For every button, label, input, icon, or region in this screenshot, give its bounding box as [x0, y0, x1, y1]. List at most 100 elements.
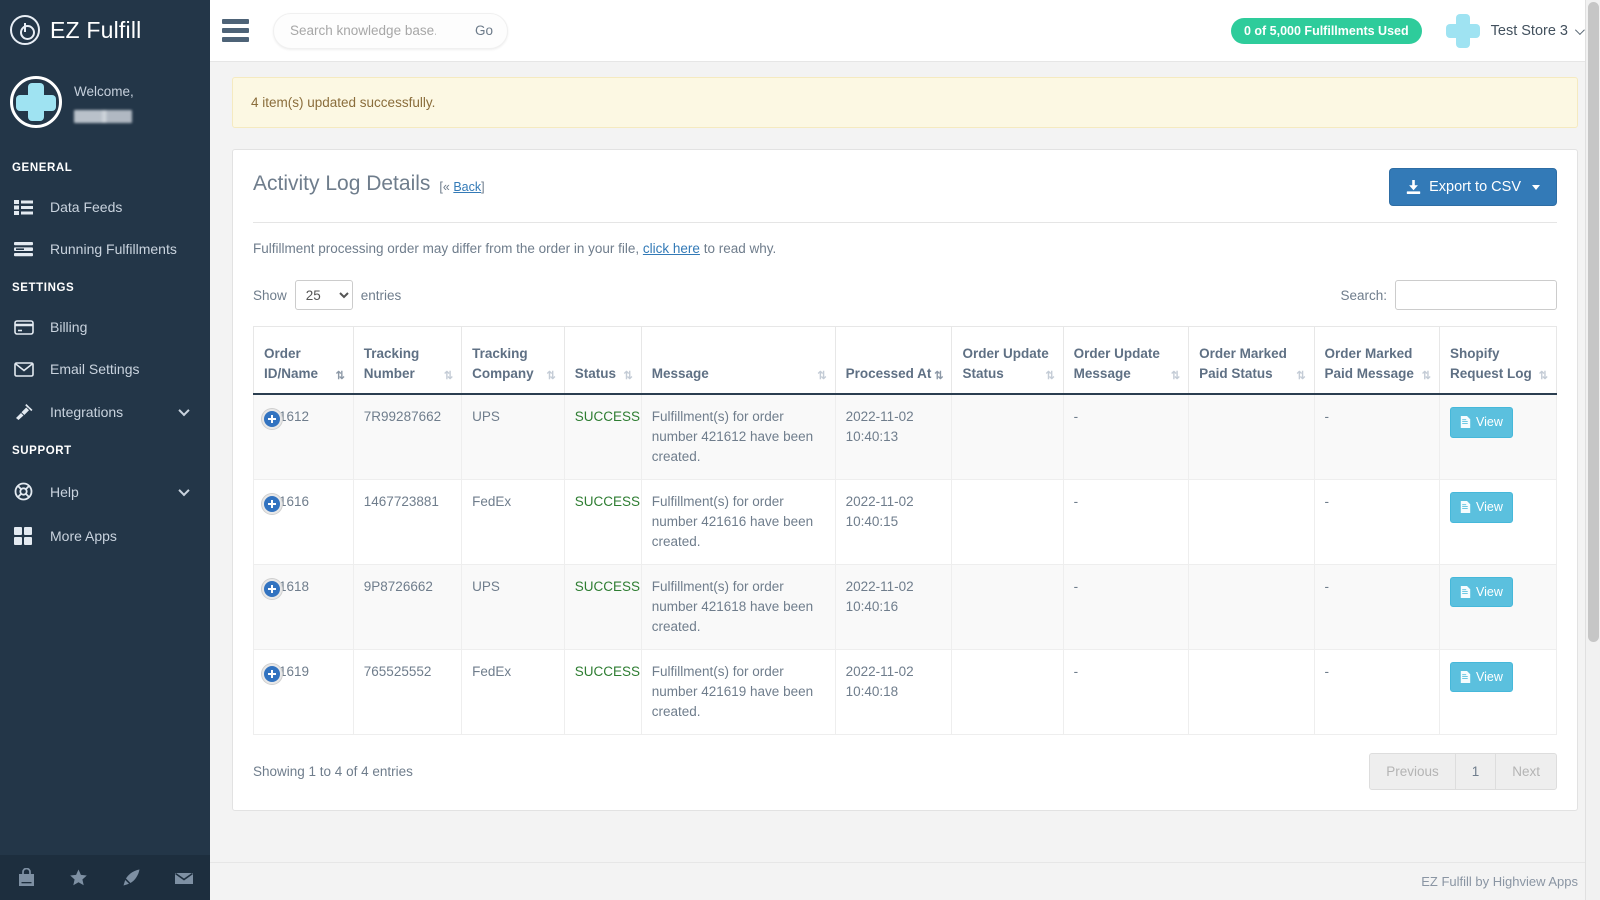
processing-order-note: Fulfillment processing order may differ … [253, 223, 1557, 256]
search-label: Search: [1340, 288, 1387, 303]
sort-icon[interactable]: ⇅ [1171, 371, 1180, 382]
cell-processed-at: 2022-11-02 10:40:13 [835, 394, 952, 479]
click-here-link[interactable]: click here [643, 241, 700, 256]
column-header-label: Tracking Company [472, 346, 534, 381]
cell-order-update-message: - [1063, 649, 1188, 734]
page-length-select[interactable]: 102550100 [295, 280, 353, 310]
expand-row-button[interactable] [262, 664, 282, 684]
back-link[interactable]: Back [453, 180, 481, 194]
column-header-label: Order Marked Paid Message [1325, 346, 1414, 381]
column-header[interactable]: Status⇅ [564, 327, 641, 395]
cell-tracking-number: 7R99287662 [353, 394, 461, 479]
sidebar-item-email-settings[interactable]: Email Settings [0, 348, 210, 390]
sidebar-item-integrations[interactable]: Integrations [0, 390, 210, 433]
cell-order-marked-paid-message: - [1314, 394, 1439, 479]
column-header-label: Order ID/Name [264, 346, 318, 381]
cell-order-marked-paid-message: - [1314, 649, 1439, 734]
datatable-footer: Showing 1 to 4 of 4 entries Previous 1 N… [253, 753, 1557, 790]
back-chevrons: « [443, 180, 453, 194]
table-search-input[interactable] [1395, 280, 1557, 310]
scrollbar-thumb[interactable] [1588, 2, 1599, 642]
sort-icon[interactable]: ⇅ [1045, 371, 1054, 382]
table-body: 4216127R99287662UPSSUCCESSFulfillment(s)… [254, 394, 1557, 734]
column-header[interactable]: Tracking Number⇅ [353, 327, 461, 395]
column-header[interactable]: Order Update Status⇅ [952, 327, 1063, 395]
cell-order-marked-paid-status [1189, 564, 1314, 649]
cell-message: Fulfillment(s) for order number 421619 h… [641, 649, 835, 734]
column-header[interactable]: Message⇅ [641, 327, 835, 395]
sort-icon[interactable]: ⇅ [547, 371, 556, 382]
column-header[interactable]: Shopify Request Log⇅ [1439, 327, 1556, 395]
expand-row-button[interactable] [262, 579, 282, 599]
column-header[interactable]: Tracking Company ⇅ [462, 327, 565, 395]
page-scrollbar[interactable] [1585, 0, 1600, 900]
document-icon [1460, 416, 1471, 428]
sort-icon[interactable]: ⇅ [817, 371, 826, 382]
view-log-button[interactable]: View [1450, 662, 1513, 693]
column-header[interactable]: Order Marked Paid Message ⇅ [1314, 327, 1439, 395]
sort-icon[interactable]: ⇅ [336, 371, 345, 382]
sort-icon[interactable]: ⇅ [624, 371, 633, 382]
cell-order-marked-paid-status [1189, 394, 1314, 479]
star-icon[interactable] [53, 868, 106, 887]
view-log-button[interactable]: View [1450, 492, 1513, 523]
cell-processed-at: 2022-11-02 10:40:16 [835, 564, 952, 649]
cell-tracking-number: 765525552 [353, 649, 461, 734]
cell-shopify-request-log: View [1439, 649, 1556, 734]
column-header[interactable]: Order Marked Paid Status⇅ [1189, 327, 1314, 395]
sidebar-item-help[interactable]: Help [0, 469, 210, 514]
sidebar-item-billing[interactable]: Billing [0, 306, 210, 348]
panel-header: Activity Log Details [« Back] Export to … [253, 168, 1557, 206]
column-header[interactable]: Order Update Message⇅ [1063, 327, 1188, 395]
store-switcher[interactable]: Test Store 3 [1446, 14, 1582, 48]
footer-credit: EZ Fulfill by Highview Apps [1421, 874, 1578, 889]
cell-message: Fulfillment(s) for order number 421616 h… [641, 480, 835, 565]
cell-message: Fulfillment(s) for order number 421612 h… [641, 394, 835, 479]
cell-status: SUCCESS [564, 564, 641, 649]
bracket-close: ] [481, 180, 484, 194]
sort-icon[interactable]: ⇅ [934, 371, 943, 382]
cell-shopify-request-log: View [1439, 480, 1556, 565]
shopping-bag-icon[interactable] [0, 868, 53, 887]
sidebar-item-more-apps[interactable]: More Apps [0, 514, 210, 558]
status-badge: SUCCESS [575, 579, 640, 594]
hamburger-icon[interactable] [222, 15, 249, 46]
sort-icon[interactable]: ⇅ [1296, 371, 1305, 382]
view-log-button[interactable]: View [1450, 407, 1513, 438]
cell-order-update-message: - [1063, 394, 1188, 479]
alert-message: 4 item(s) updated successfully. [251, 95, 435, 110]
cell-tracking-number: 9P8726662 [353, 564, 461, 649]
download-icon [1406, 180, 1421, 195]
expand-row-button[interactable] [262, 409, 282, 429]
cell-tracking-company: UPS [462, 394, 565, 479]
envelope-icon[interactable] [158, 870, 211, 886]
chevron-down-icon [178, 404, 189, 415]
pagination-page-1[interactable]: 1 [1455, 753, 1497, 790]
cell-status: SUCCESS [564, 480, 641, 565]
sidebar-section-settings: SETTINGS [0, 270, 210, 306]
search-go-button[interactable]: Go [475, 23, 493, 38]
usage-badge: 0 of 5,000 Fulfillments Used [1231, 18, 1422, 44]
search-input[interactable] [288, 22, 438, 39]
knowledge-base-search[interactable]: Go [273, 13, 508, 49]
pagination-next[interactable]: Next [1495, 753, 1557, 790]
document-icon [1460, 501, 1471, 513]
cell-tracking-company: FedEx [462, 480, 565, 565]
view-log-button[interactable]: View [1450, 577, 1513, 608]
sort-icon[interactable]: ⇅ [1422, 371, 1431, 382]
brand-header[interactable]: EZ Fulfill [0, 0, 210, 60]
cell-order-marked-paid-status [1189, 649, 1314, 734]
expand-row-button[interactable] [262, 494, 282, 514]
column-header[interactable]: Processed At⇅ [835, 327, 952, 395]
pagination-previous[interactable]: Previous [1369, 753, 1456, 790]
column-header[interactable]: Order ID/Name ⇅ [254, 327, 354, 395]
sidebar-item-label: More Apps [50, 528, 117, 544]
export-to-csv-button[interactable]: Export to CSV [1389, 168, 1557, 206]
activity-log-table: Order ID/Name⇅Tracking Number⇅Tracking C… [253, 326, 1557, 735]
sort-icon[interactable]: ⇅ [1539, 371, 1548, 382]
rocket-icon[interactable] [105, 868, 158, 887]
cell-order-id: 421619 [254, 649, 354, 734]
sidebar-item-data-feeds[interactable]: Data Feeds [0, 186, 210, 228]
sidebar-item-running-fulfillments[interactable]: Running Fulfillments [0, 228, 210, 270]
sort-icon[interactable]: ⇅ [444, 371, 453, 382]
